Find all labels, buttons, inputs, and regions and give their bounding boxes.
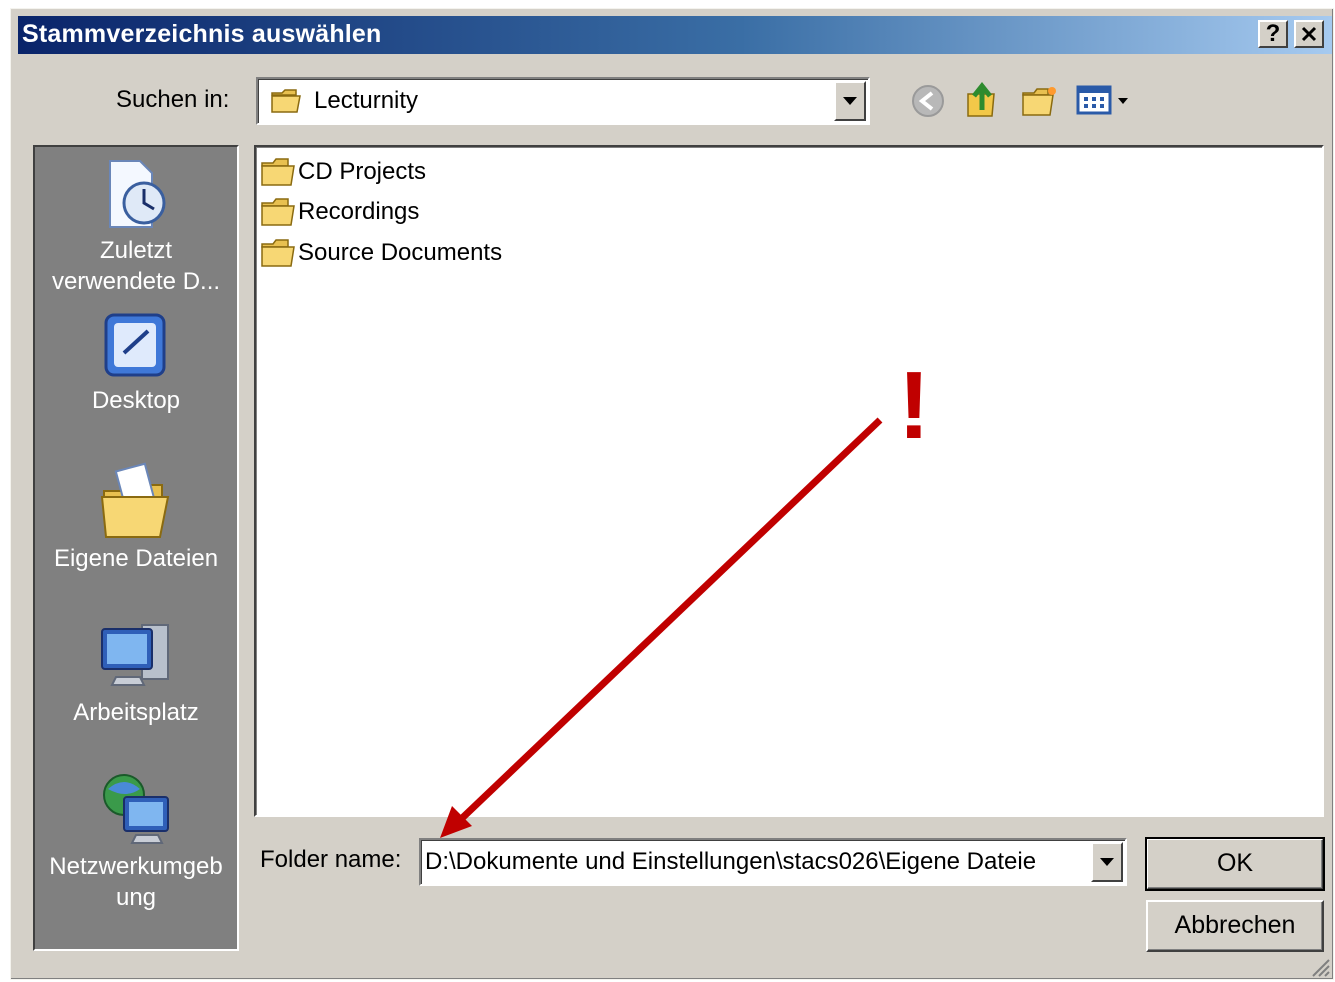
back-button[interactable] — [910, 83, 946, 124]
place-desktop[interactable]: Desktop — [35, 309, 237, 416]
close-button[interactable] — [1294, 20, 1324, 48]
file-name: Recordings — [298, 198, 420, 225]
foldername-combobox[interactable]: D:\Dokumente und Einstellungen\stacs026\… — [419, 838, 1127, 886]
foldername-label: Folder name: — [260, 846, 402, 873]
place-desktop-label: Desktop — [91, 387, 181, 414]
title-bar[interactable]: Stammverzeichnis auswählen ? — [18, 16, 1332, 54]
chevron-down-icon — [1100, 858, 1114, 866]
recent-documents-icon — [109, 160, 166, 228]
place-network[interactable]: Netzwerkumgebung — [35, 771, 237, 913]
new-folder-button[interactable] — [1020, 83, 1060, 124]
view-menu-button[interactable] — [1076, 83, 1132, 122]
lookin-combobox[interactable]: Lecturnity — [256, 77, 870, 125]
place-recent-label: Zuletzt verwendete D... — [51, 237, 221, 295]
place-mydocs[interactable]: Eigene Dateien — [35, 461, 237, 574]
foldername-input[interactable]: D:\Dokumente und Einstellungen\stacs026\… — [425, 848, 1036, 876]
place-recent[interactable]: Zuletzt verwendete D... — [35, 157, 237, 297]
folder-icon — [261, 239, 295, 267]
folder-icon — [261, 158, 295, 186]
place-mycomputer[interactable]: Arbeitsplatz — [35, 619, 237, 728]
close-icon — [1301, 26, 1317, 42]
new-folder-icon — [1022, 87, 1056, 116]
back-icon — [912, 85, 944, 117]
my-computer-icon — [101, 624, 169, 686]
foldername-dropdown-button[interactable] — [1091, 842, 1123, 882]
chevron-down-icon — [843, 97, 857, 105]
dialog-title: Stammverzeichnis auswählen — [22, 20, 382, 48]
annotation-exclamation: ! — [898, 352, 930, 459]
folder-icon — [271, 89, 301, 113]
cancel-button[interactable]: Abbrechen — [1146, 900, 1324, 952]
desktop-icon — [104, 313, 166, 377]
ok-button[interactable]: OK — [1145, 837, 1325, 891]
up-folder-button[interactable] — [964, 80, 1004, 125]
list-item[interactable]: CD Projects — [260, 155, 426, 189]
place-network-label: Netzwerkumgebung — [49, 853, 223, 911]
list-item[interactable]: Recordings — [260, 195, 419, 229]
place-mycomputer-label: Arbeitsplatz — [73, 699, 199, 726]
folder-icon — [261, 198, 295, 226]
network-icon — [103, 774, 169, 844]
place-mydocs-label: Eigene Dateien — [53, 545, 219, 572]
my-documents-icon — [100, 462, 170, 538]
file-name: CD Projects — [298, 158, 427, 185]
file-name: Source Documents — [298, 239, 503, 266]
list-item[interactable]: Source Documents — [260, 236, 502, 270]
file-list[interactable]: CD Projects Recordings Source Documents — [254, 145, 1324, 817]
lookin-value: Lecturnity — [314, 87, 419, 114]
places-bar: Zuletzt verwendete D... Desktop Eigene D… — [33, 145, 239, 951]
lookin-dropdown-button[interactable] — [834, 81, 866, 121]
lookin-label: Suchen in: — [116, 86, 230, 113]
help-button[interactable]: ? — [1258, 20, 1288, 48]
up-folder-icon — [967, 81, 995, 117]
view-menu-icon — [1076, 85, 1128, 115]
resize-grip-icon[interactable] — [1307, 954, 1331, 978]
